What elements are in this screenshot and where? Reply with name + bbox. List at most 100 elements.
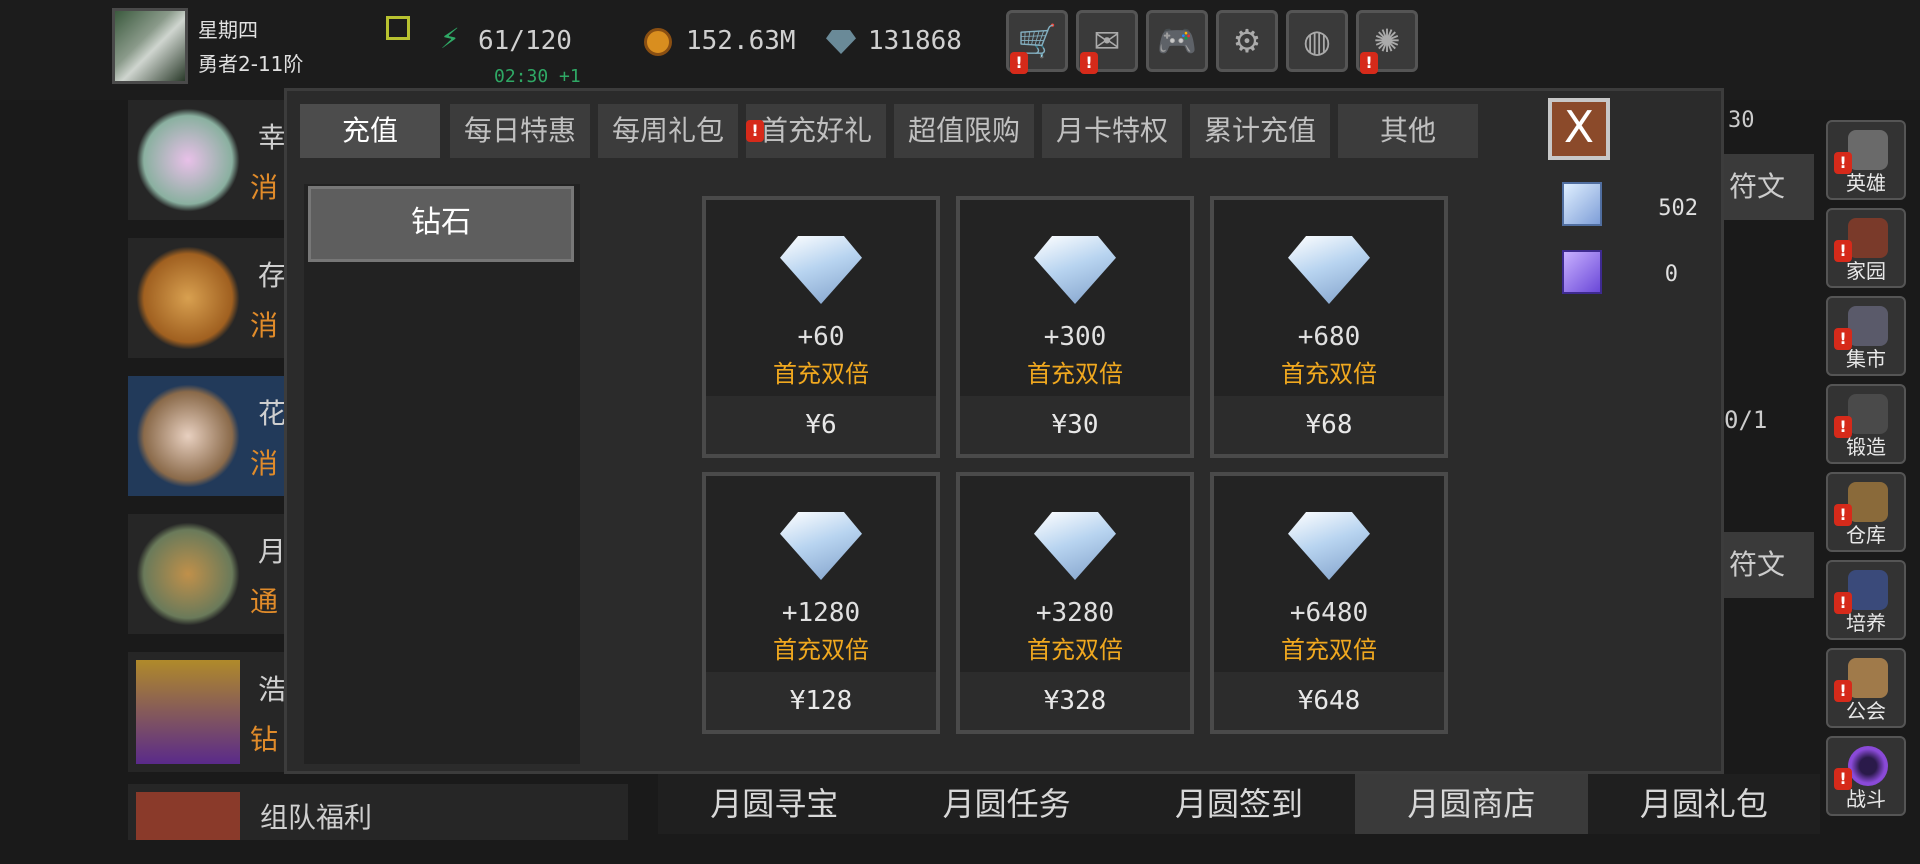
list-item[interactable]: 组队福利 <box>128 784 628 840</box>
player-rank: 勇者2-11阶 <box>198 52 304 76</box>
diamond-pack-card[interactable]: +6480 首充双倍 ¥648 <box>1210 472 1448 734</box>
purple-crystal-icon <box>1562 250 1602 294</box>
diamond-icon <box>1288 512 1370 580</box>
color-wheel-icon: ◍ <box>1303 22 1331 60</box>
list-item-subtitle: 消 <box>250 171 279 204</box>
guild-icon <box>1848 658 1888 698</box>
pouch-icon <box>136 522 240 626</box>
player-day: 星期四 <box>198 18 258 42</box>
pack-bonus: 首充双倍 <box>1281 360 1377 388</box>
energy-icon: ⚡ <box>440 22 460 55</box>
list-item-title: 组队福利 <box>260 801 373 834</box>
tab-other[interactable]: 其他 <box>1338 104 1478 158</box>
energy-regen-timer: 02:30 +1 <box>494 66 581 87</box>
portal-icon <box>1848 746 1888 786</box>
star-icon <box>136 108 240 212</box>
first-recharge-alert-badge: ! <box>746 120 764 142</box>
tab-recharge[interactable]: 充值 <box>300 104 440 158</box>
diamond-pack-card[interactable]: +3280 首充双倍 ¥328 <box>956 472 1194 734</box>
pack-amount: +6480 <box>1289 598 1369 628</box>
training-icon <box>1848 570 1888 610</box>
list-item-title: 花 <box>258 397 287 430</box>
category-panel <box>304 184 580 764</box>
piggy-bank-icon <box>136 246 240 350</box>
diamond-icon <box>780 512 862 580</box>
diamond-icon <box>1034 512 1116 580</box>
close-button[interactable]: X <box>1548 98 1610 160</box>
list-item-title: 月 <box>258 535 287 568</box>
warehouse-icon <box>1848 482 1888 522</box>
tab-tasks[interactable]: 月圆任务 <box>890 774 1122 834</box>
diamond-pack-card[interactable]: +680 首充双倍 ¥68 <box>1210 196 1448 458</box>
gamepad-icon: 🎮 <box>1157 22 1197 60</box>
bottom-tab-bar: 月圆寻宝 月圆任务 月圆签到 月圆商店 月圆礼包 <box>658 774 1820 834</box>
pack-amount: +300 <box>1043 322 1107 352</box>
pack-amount: +680 <box>1297 322 1361 352</box>
player-avatar[interactable] <box>112 8 188 84</box>
tab-shop[interactable]: 月圆商店 <box>1355 774 1588 834</box>
pack-price-button[interactable]: ¥6 <box>706 396 936 454</box>
pack-amount: +60 <box>797 322 845 352</box>
pack-price-button[interactable]: ¥328 <box>960 672 1190 730</box>
tab-sign-in[interactable]: 月圆签到 <box>1123 774 1355 834</box>
pack-amount: +1280 <box>781 598 861 628</box>
ice-crystal-icon <box>1562 182 1602 226</box>
home-alert-badge: ! <box>1834 240 1852 262</box>
hero-alert-badge: ! <box>1834 152 1852 174</box>
diamond-icon <box>1288 236 1370 304</box>
gem-value: 131868 <box>868 26 962 56</box>
settings-button[interactable]: ⚙ <box>1216 10 1278 72</box>
pack-price-button[interactable]: ¥68 <box>1214 396 1444 454</box>
tab-cumulative-recharge[interactable]: 累计充值 <box>1190 104 1330 158</box>
tab-weekly-pack[interactable]: 每周礼包 <box>598 104 738 158</box>
scroll-card-icon <box>136 660 240 764</box>
tab-daily-deals[interactable]: 每日特惠 <box>450 104 590 158</box>
pack-price-button[interactable]: ¥648 <box>1214 672 1444 730</box>
guild-alert-badge: ! <box>1834 680 1852 702</box>
list-item-title: 存 <box>258 259 287 292</box>
pack-amount: +3280 <box>1035 598 1115 628</box>
market-alert-badge: ! <box>1834 328 1852 350</box>
list-item-subtitle: 消 <box>250 309 279 342</box>
pack-price-button[interactable]: ¥128 <box>706 672 936 730</box>
diamond-pack-card[interactable]: +300 首充双倍 ¥30 <box>956 196 1194 458</box>
right-sidebar: 英雄 家园 集市 锻造 仓库 培养 公会 战斗 <box>1826 120 1920 820</box>
edit-icon[interactable] <box>386 16 410 40</box>
warehouse-alert-badge: ! <box>1834 504 1852 526</box>
category-diamond-button[interactable]: 钻石 <box>308 186 574 262</box>
bg-fragment-count: 30 <box>1728 108 1755 133</box>
list-item-title: 浩 <box>258 673 287 706</box>
pack-price-button[interactable]: ¥30 <box>960 396 1190 454</box>
tab-first-recharge[interactable]: 首充好礼 <box>746 104 886 158</box>
diamond-pack-card[interactable]: +1280 首充双倍 ¥128 <box>702 472 940 734</box>
mail-alert-badge: ! <box>1080 52 1098 74</box>
diamond-icon <box>780 236 862 304</box>
color-wheel-button[interactable]: ◍ <box>1286 10 1348 72</box>
purple-crystal-count: 0 <box>1664 262 1678 287</box>
gold-value: 152.63M <box>686 26 796 56</box>
diamond-pack-card[interactable]: +60 首充双倍 ¥6 <box>702 196 940 458</box>
tab-monthly-card[interactable]: 月卡特权 <box>1042 104 1182 158</box>
anvil-icon <box>1848 394 1888 434</box>
bg-fragment-progress: 0/1 <box>1724 406 1768 434</box>
list-item-title: 幸 <box>258 121 287 154</box>
tab-gift-pack[interactable]: 月圆礼包 <box>1588 774 1820 834</box>
helmet-icon <box>1848 130 1888 170</box>
crystal-ball-icon <box>136 384 240 488</box>
pack-bonus: 首充双倍 <box>1281 636 1377 664</box>
gear-icon: ⚙ <box>1232 22 1262 60</box>
battle-alert-badge: ! <box>1834 768 1852 790</box>
tab-treasure-hunt[interactable]: 月圆寻宝 <box>658 774 890 834</box>
list-item-subtitle: 通 <box>250 585 279 618</box>
pack-bonus: 首充双倍 <box>1027 636 1123 664</box>
list-item-subtitle: 钻 <box>250 723 279 756</box>
tab-limited-deals[interactable]: 超值限购 <box>894 104 1034 158</box>
training-alert-badge: ! <box>1834 592 1852 614</box>
gold-coin-icon <box>644 28 672 56</box>
ice-crystal-count: 502 <box>1658 196 1698 221</box>
cart-alert-badge: ! <box>1010 52 1028 74</box>
pack-bonus: 首充双倍 <box>773 360 869 388</box>
gamepad-button[interactable]: 🎮 <box>1146 10 1208 72</box>
fireworks-alert-badge: ! <box>1360 52 1378 74</box>
list-item-subtitle: 消 <box>250 447 279 480</box>
